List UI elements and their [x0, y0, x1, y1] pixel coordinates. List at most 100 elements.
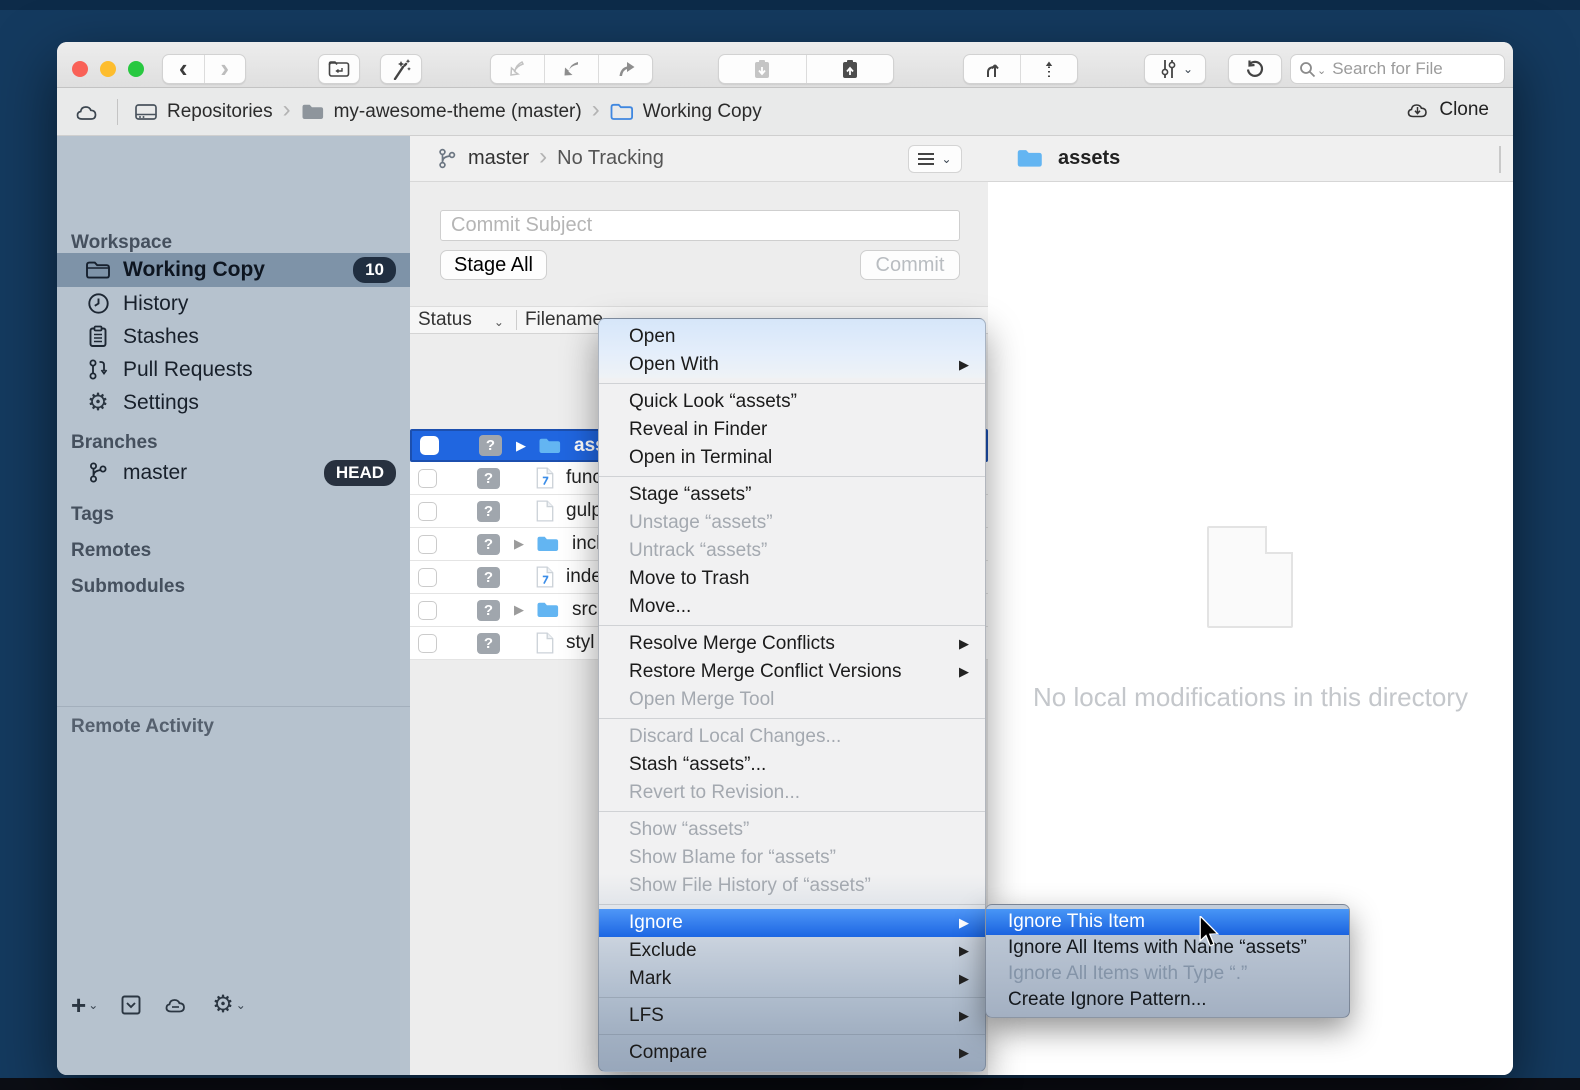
sidebar-item-stashes[interactable]: Stashes — [57, 320, 410, 353]
submenu-item-create-ignore-pattern[interactable]: Create Ignore Pattern... — [986, 987, 1349, 1013]
inbox-button[interactable] — [120, 994, 142, 1016]
disclosure-icon[interactable]: ▶ — [514, 536, 528, 552]
search-field[interactable]: ⌄ — [1290, 54, 1505, 84]
list-icon — [918, 153, 934, 165]
menu-item-reveal-in-finder[interactable]: Reveal in Finder — [599, 416, 985, 444]
filename-column-header[interactable]: Filename — [525, 309, 603, 331]
sidebar-item-working-copy[interactable]: Working Copy 10 — [57, 253, 410, 287]
sidebar-item-pull-requests[interactable]: Pull Requests — [57, 353, 410, 386]
chevron-down-icon: ⌄ — [941, 152, 951, 166]
stage-checkbox[interactable] — [418, 568, 437, 587]
stage-all-button[interactable]: Stage All — [440, 250, 547, 280]
cloud-icon[interactable] — [75, 102, 103, 122]
submenu-arrow-icon: ▶ — [959, 658, 969, 686]
menu-item-discard-local-changes: Discard Local Changes... — [599, 723, 985, 751]
menu-item-resolve-merge-conflicts[interactable]: Resolve Merge Conflicts▶ — [599, 630, 985, 658]
stage-checkbox[interactable] — [418, 535, 437, 554]
stash-save-button[interactable] — [806, 55, 894, 83]
fetch-button[interactable] — [491, 55, 544, 83]
submenu-item-ignore-all-with-type: Ignore All Items with Type “.” — [986, 961, 1349, 987]
close-button[interactable] — [72, 61, 88, 77]
sidebar-item-history[interactable]: History — [57, 287, 410, 320]
add-button[interactable]: + ⌄ — [71, 994, 98, 1016]
menu-item-quick-look[interactable]: Quick Look “assets” — [599, 388, 985, 416]
menu-item-stash[interactable]: Stash “assets”... — [599, 751, 985, 779]
menu-item-move[interactable]: Move... — [599, 593, 985, 621]
menu-separator — [599, 904, 985, 905]
tags-header[interactable]: Tags — [71, 504, 114, 526]
maximize-button[interactable] — [128, 61, 144, 77]
stage-checkbox[interactable] — [418, 469, 437, 488]
menu-item-show-blame: Show Blame for “assets” — [599, 844, 985, 872]
minimize-button[interactable] — [100, 61, 116, 77]
menu-separator — [599, 811, 985, 812]
workspace-header: Workspace — [71, 232, 172, 254]
back-button[interactable]: ‹ — [163, 55, 204, 83]
sidebar-item-master-branch[interactable]: master HEAD — [57, 456, 410, 489]
menu-item-stage[interactable]: Stage “assets” — [599, 481, 985, 509]
search-input[interactable] — [1332, 59, 1482, 79]
push-button[interactable] — [598, 55, 652, 83]
folder-icon — [536, 601, 560, 619]
submodules-header[interactable]: Submodules — [71, 576, 185, 598]
stage-checkbox[interactable] — [418, 634, 437, 653]
breadcrumb-item-repositories[interactable]: Repositories — [167, 101, 273, 123]
menu-item-compare[interactable]: Compare▶ — [599, 1039, 985, 1067]
tracking-label[interactable]: No Tracking — [557, 147, 664, 170]
status-badge: ? — [477, 567, 500, 588]
merge-button[interactable] — [964, 55, 1020, 83]
branches-header[interactable]: Branches — [71, 432, 158, 454]
actions-gear-button[interactable]: ⚙ ⌄ — [212, 994, 246, 1016]
menu-item-move-to-trash[interactable]: Move to Trash — [599, 565, 985, 593]
submenu-item-ignore-all-with-name[interactable]: Ignore All Items with Name “assets” — [986, 935, 1349, 961]
menu-item-exclude[interactable]: Exclude▶ — [599, 937, 985, 965]
submenu-item-ignore-this-item[interactable]: Ignore This Item — [986, 909, 1349, 935]
panel-resize-handle[interactable] — [1499, 146, 1501, 173]
sidebar-item-settings[interactable]: ⚙ Settings — [57, 386, 410, 419]
view-options-button[interactable]: ⌄ — [908, 145, 962, 173]
folder-icon — [85, 260, 111, 280]
cherry-pick-button[interactable] — [1020, 55, 1077, 83]
commit-button: Commit — [860, 250, 960, 280]
stage-checkbox[interactable] — [418, 601, 437, 620]
menu-item-lfs[interactable]: LFS▶ — [599, 1002, 985, 1030]
remotes-header[interactable]: Remotes — [71, 540, 151, 562]
clock-icon — [85, 292, 111, 315]
head-badge: HEAD — [324, 460, 396, 486]
filter-button[interactable]: ⌄ — [1144, 54, 1206, 84]
chevron-right-icon: › — [592, 96, 600, 124]
stash-apply-button[interactable] — [719, 55, 806, 83]
menu-item-ignore[interactable]: Ignore▶ — [599, 909, 985, 937]
status-column-header[interactable]: Status — [418, 309, 472, 331]
breadcrumb-item-working-copy[interactable]: Working Copy — [643, 101, 762, 123]
commit-subject-input[interactable] — [440, 210, 960, 241]
submenu-arrow-icon: ▶ — [959, 937, 969, 965]
pull-button[interactable] — [544, 55, 598, 83]
remote-activity-header: Remote Activity — [71, 716, 214, 738]
menu-item-unstage: Unstage “assets” — [599, 509, 985, 537]
column-divider[interactable] — [516, 310, 517, 330]
menu-item-open-in-terminal[interactable]: Open in Terminal — [599, 444, 985, 472]
menu-item-open[interactable]: Open — [599, 323, 985, 351]
menu-item-open-with[interactable]: Open With▶ — [599, 351, 985, 379]
push-arrow-icon — [615, 58, 637, 80]
disclosure-icon[interactable]: ▶ — [514, 602, 528, 618]
stage-checkbox[interactable] — [418, 502, 437, 521]
stage-checkbox[interactable] — [420, 436, 439, 455]
refresh-button[interactable] — [1228, 54, 1282, 84]
chevron-right-icon: › — [283, 96, 291, 124]
open-repository-button[interactable] — [318, 54, 360, 84]
forward-icon: › — [220, 55, 229, 81]
disclosure-icon[interactable]: ▶ — [516, 438, 530, 454]
branch-bar: master › No Tracking ⌄ — [410, 136, 988, 182]
quick-launch-button[interactable] — [380, 54, 422, 84]
git-branch-icon — [436, 147, 458, 170]
remote-cloud-button[interactable] — [164, 995, 190, 1015]
clone-button[interactable]: Clone — [1406, 99, 1489, 121]
current-branch-label[interactable]: master — [468, 147, 529, 170]
menu-item-restore-merge-conflict-versions[interactable]: Restore Merge Conflict Versions▶ — [599, 658, 985, 686]
breadcrumb-item-repo[interactable]: my-awesome-theme (master) — [334, 101, 582, 123]
forward-button[interactable]: › — [204, 55, 246, 83]
working-copy-folder-icon — [610, 103, 634, 121]
menu-item-mark[interactable]: Mark▶ — [599, 965, 985, 993]
